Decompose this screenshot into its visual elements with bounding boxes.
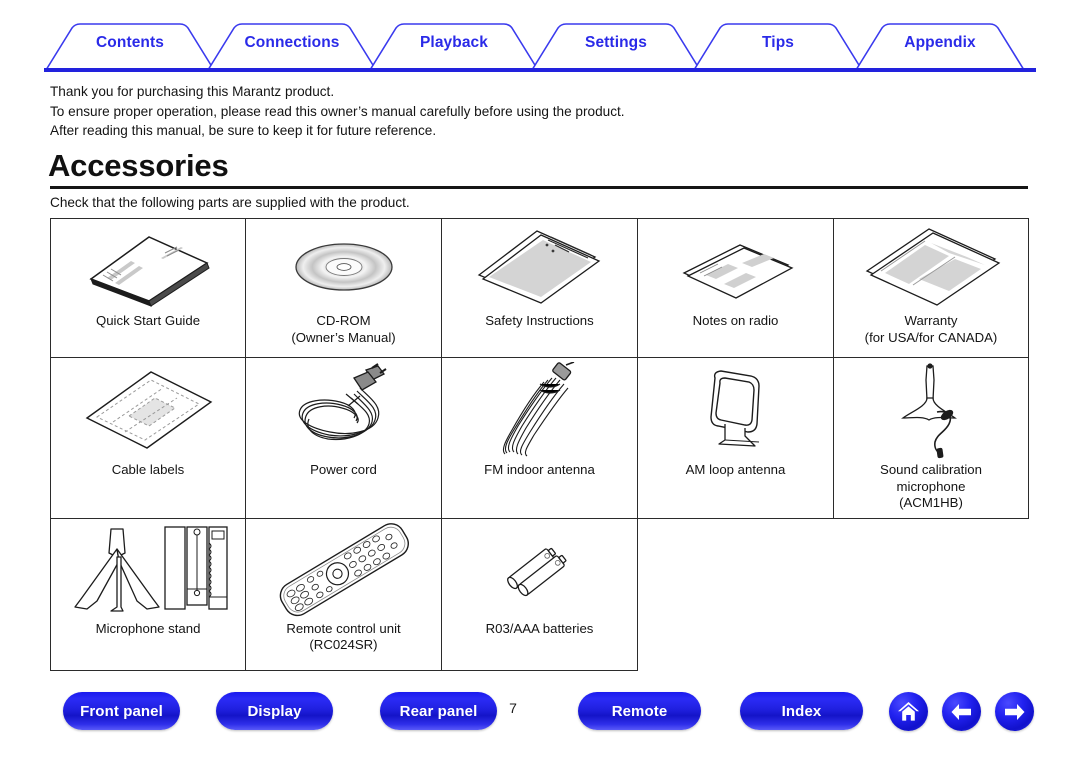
- cd-rom-icon: [250, 223, 437, 311]
- am-loop-antenna-icon: [642, 362, 829, 460]
- table-row: Microphone stand Remote control unit (RC…: [50, 517, 1029, 671]
- accessory-caption: R03/AAA batteries: [485, 620, 594, 636]
- manual-page: Contents Connections Playback Settings T…: [0, 0, 1080, 761]
- tab-connections[interactable]: Connections: [237, 34, 347, 52]
- back-arrow-glyph: [951, 703, 971, 720]
- accessory-caption: Quick Start Guide: [95, 313, 201, 328]
- accessory-cell: R03/AAA batteries: [441, 517, 638, 671]
- empty-cell: [834, 518, 1029, 670]
- accessory-cell: CD-ROM (Owner’s Manual): [245, 218, 442, 358]
- page-title: Accessories: [48, 148, 229, 183]
- intro-line-2: To ensure proper operation, please read …: [50, 103, 625, 119]
- warranty-icon: [838, 223, 1024, 311]
- accessory-caption: FM indoor antenna: [484, 462, 595, 477]
- accessory-cell: FM indoor antenna: [441, 357, 638, 519]
- tab-contents[interactable]: Contents: [80, 34, 180, 52]
- footer-button-front-panel[interactable]: Front panel: [63, 692, 180, 730]
- microphone-stand-icon: [55, 523, 241, 619]
- tab-appendix[interactable]: Appendix: [890, 34, 990, 52]
- cable-labels-icon: [55, 362, 241, 460]
- intro-line-3: After reading this manual, be sure to ke…: [50, 123, 437, 139]
- table-row: Cable labels Power cord FM indoor antenn…: [50, 357, 1029, 519]
- accessory-caption: Cable labels: [111, 462, 185, 477]
- forward-arrow-glyph: [1005, 703, 1025, 720]
- notes-on-radio-icon: [642, 223, 829, 311]
- tab-playback[interactable]: Playback: [404, 34, 504, 52]
- section-tab-bar: Contents Connections Playback Settings T…: [0, 22, 1080, 72]
- section-subtext: Check that the following parts are suppl…: [50, 195, 410, 210]
- accessory-cell: Power cord: [245, 357, 442, 519]
- home-icon[interactable]: [889, 692, 928, 731]
- tab-tips[interactable]: Tips: [728, 34, 828, 52]
- fm-indoor-antenna-icon: [446, 362, 633, 460]
- accessory-caption: Safety Instructions: [485, 313, 594, 328]
- accessory-caption: Remote control unit (RC024SR): [286, 620, 401, 653]
- empty-cell: [638, 518, 834, 670]
- accessory-caption: Power cord: [310, 462, 377, 477]
- accessory-cell: Microphone stand: [50, 517, 246, 671]
- quick-start-guide-icon: [55, 223, 241, 311]
- back-arrow-icon[interactable]: [942, 692, 981, 731]
- accessory-cell: Sound calibration microphone (ACM1HB): [833, 357, 1029, 519]
- accessory-cell: Notes on radio: [637, 218, 834, 358]
- accessory-cell: AM loop antenna: [637, 357, 834, 519]
- accessory-caption: Sound calibration microphone (ACM1HB): [880, 462, 982, 510]
- accessory-cell: Safety Instructions: [441, 218, 638, 358]
- batteries-icon: [446, 523, 633, 619]
- heading-divider: [50, 186, 1028, 189]
- footer-button-index[interactable]: Index: [740, 692, 863, 730]
- accessory-caption: Warranty (for USA/for CANADA): [864, 313, 998, 345]
- footer-button-display[interactable]: Display: [216, 692, 333, 730]
- power-cord-icon: [250, 362, 437, 460]
- accessory-cell: Quick Start Guide: [50, 218, 246, 358]
- page-number: 7: [509, 700, 517, 716]
- table-row: Quick Start Guide CD-ROM (Owner’s Manual…: [50, 218, 1029, 358]
- footer-navigation: Front panel Display Rear panel 7 Remote …: [0, 692, 1080, 740]
- accessories-table: Quick Start Guide CD-ROM (Owner’s Manual…: [50, 218, 1029, 671]
- tab-underline-rule: [44, 68, 1036, 72]
- accessory-caption: AM loop antenna: [685, 462, 786, 477]
- tab-settings[interactable]: Settings: [566, 34, 666, 52]
- accessory-caption: CD-ROM (Owner’s Manual): [291, 313, 396, 345]
- accessory-cell: Remote control unit (RC024SR): [245, 517, 442, 671]
- accessory-caption: Microphone stand: [95, 620, 201, 636]
- safety-instructions-icon: [446, 223, 633, 311]
- accessory-caption: Notes on radio: [692, 313, 779, 328]
- forward-arrow-icon[interactable]: [995, 692, 1034, 731]
- remote-control-icon: [250, 522, 437, 619]
- accessory-cell: Cable labels: [50, 357, 246, 519]
- footer-button-remote[interactable]: Remote: [578, 692, 701, 730]
- intro-paragraph: Thank you for purchasing this Marantz pr…: [50, 82, 1000, 141]
- home-glyph: [898, 701, 919, 721]
- accessory-cell: Warranty (for USA/for CANADA): [833, 218, 1029, 358]
- footer-button-rear-panel[interactable]: Rear panel: [380, 692, 497, 730]
- sound-calibration-microphone-icon: [838, 362, 1024, 460]
- intro-line-1: Thank you for purchasing this Marantz pr…: [50, 84, 335, 99]
